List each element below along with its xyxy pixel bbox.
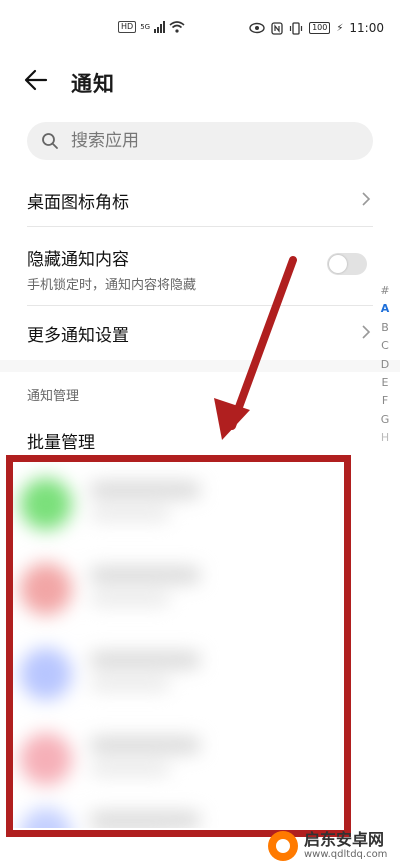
hide-content-desc: 手机锁定时，通知内容将隐藏 [27, 278, 197, 293]
battery-icon: 100 [309, 22, 331, 34]
alpha-index-b[interactable]: B [378, 319, 392, 337]
list-item[interactable] [20, 723, 370, 793]
hide-content-toggle[interactable] [327, 253, 367, 275]
desktop-badge-row[interactable]: 桌面图标角标 [27, 188, 373, 214]
page-title: 通知 [71, 72, 115, 96]
alpha-index[interactable]: # A B C D E F G H [378, 282, 392, 448]
watermark-name: 启东安卓网 [304, 830, 385, 849]
status-bar: HD 5G 100 ⚡ 11:00 [0, 0, 400, 58]
divider [27, 305, 373, 306]
vibrate-icon [289, 21, 303, 35]
wifi-icon [169, 21, 185, 33]
list-item[interactable] [20, 553, 370, 623]
list-item[interactable] [20, 468, 370, 538]
batch-manage-row[interactable]: 批量管理 [27, 428, 373, 454]
hd-icon: HD [118, 21, 137, 33]
eye-icon [249, 22, 265, 34]
app-icon [20, 563, 72, 615]
batch-manage-label: 批量管理 [27, 433, 95, 453]
toggle-knob [329, 255, 347, 273]
hide-content-label: 隐藏通知内容 [27, 250, 129, 270]
alpha-index-e[interactable]: E [378, 374, 392, 392]
chevron-right-icon [362, 325, 371, 339]
alpha-index-h[interactable]: H [378, 429, 392, 447]
signal-bars-icon [154, 21, 166, 33]
alpha-index-d[interactable]: D [378, 356, 392, 374]
back-button[interactable] [22, 66, 58, 100]
nfc-icon [271, 21, 283, 35]
divider [27, 226, 373, 227]
watermark-icon [268, 831, 298, 861]
desktop-badge-label: 桌面图标角标 [27, 193, 129, 213]
chevron-right-icon [362, 192, 371, 206]
search-bar[interactable] [27, 122, 373, 160]
status-left: HD 5G [118, 21, 185, 33]
alpha-index-hash[interactable]: # [378, 282, 392, 300]
alpha-index-a[interactable]: A [378, 300, 392, 318]
list-item[interactable] [20, 638, 370, 708]
watermark-logo: 启东安卓网 www.qdltdq.com [268, 826, 398, 866]
page-header: 通知 [0, 58, 400, 108]
watermark-url: www.qdltdq.com [304, 849, 388, 860]
section-title: 通知管理 [27, 389, 80, 404]
more-settings-row[interactable]: 更多通知设置 [27, 321, 373, 347]
alpha-index-c[interactable]: C [378, 337, 392, 355]
app-list-blurred [10, 458, 380, 828]
5g-signal-icon: 5G [140, 23, 151, 31]
alpha-index-f[interactable]: F [378, 392, 392, 410]
app-icon [20, 808, 72, 828]
more-settings-label: 更多通知设置 [27, 326, 129, 346]
back-arrow-icon [24, 69, 48, 91]
search-input[interactable] [69, 130, 353, 152]
search-icon [42, 133, 58, 149]
hide-content-row[interactable]: 隐藏通知内容 手机锁定时，通知内容将隐藏 [27, 245, 373, 293]
status-right: 100 ⚡ 11:00 [249, 21, 384, 35]
charging-icon: ⚡ [336, 22, 344, 34]
app-icon [20, 648, 72, 700]
app-icon [20, 478, 72, 530]
alpha-index-g[interactable]: G [378, 411, 392, 429]
list-item[interactable] [20, 798, 370, 828]
status-time: 11:00 [349, 21, 384, 35]
section-gap [0, 360, 400, 372]
app-icon [20, 733, 72, 785]
